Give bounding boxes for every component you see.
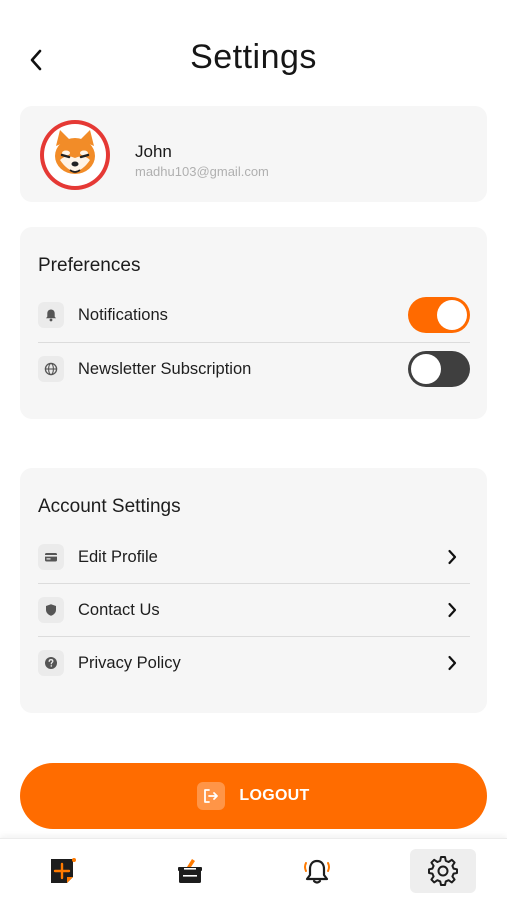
user-name: John: [135, 142, 172, 161]
nav-settings[interactable]: [410, 849, 476, 893]
add-post-icon: [51, 858, 76, 883]
user-email: madhu103@gmail.com: [135, 164, 269, 179]
contact-us-row[interactable]: Contact Us: [38, 584, 470, 636]
chevron-right-icon: [442, 600, 462, 620]
preferences-card: Preferences Notifications Newsletter Sub…: [20, 227, 487, 419]
avatar-image: [44, 124, 106, 186]
newsletter-label: Newsletter Subscription: [78, 359, 252, 378]
profile-card[interactable]: John madhu103@gmail.com: [20, 106, 487, 202]
globe-icon: [38, 356, 64, 382]
bell-ringing-icon: [304, 859, 330, 884]
nav-alerts[interactable]: [284, 849, 350, 893]
chevron-right-icon: [442, 547, 462, 567]
newsletter-row: Newsletter Subscription: [38, 343, 470, 395]
gear-icon: [428, 856, 458, 886]
nav-add-post[interactable]: [30, 849, 96, 893]
logout-label: LOGOUT: [239, 787, 310, 804]
page-title: Settings: [190, 38, 317, 76]
toggle-knob: [437, 300, 467, 330]
card-icon: [38, 544, 64, 570]
bell-icon: [38, 302, 64, 328]
preferences-title: Preferences: [38, 255, 141, 276]
logout-button[interactable]: LOGOUT: [20, 763, 487, 829]
chevron-right-icon: [442, 653, 462, 673]
privacy-policy-row[interactable]: Privacy Policy: [38, 637, 470, 689]
notifications-row: Notifications: [38, 289, 470, 341]
privacy-policy-label: Privacy Policy: [78, 653, 181, 672]
nav-vote[interactable]: [157, 849, 223, 893]
edit-profile-label: Edit Profile: [78, 547, 158, 566]
account-settings-title: Account Settings: [38, 496, 181, 517]
shiba-avatar-icon: [40, 120, 110, 190]
notifications-label: Notifications: [78, 305, 168, 324]
logout-icon: [197, 782, 226, 810]
notifications-toggle[interactable]: [408, 297, 470, 333]
edit-profile-row[interactable]: Edit Profile: [38, 531, 470, 583]
account-settings-card: Account Settings Edit Profile Contact Us: [20, 468, 487, 713]
header: Settings: [0, 0, 507, 100]
shield-icon: [38, 597, 64, 623]
bottom-nav: [0, 838, 507, 900]
toggle-knob: [411, 354, 441, 384]
newsletter-toggle[interactable]: [408, 351, 470, 387]
ballot-box-icon: [178, 859, 202, 883]
contact-us-label: Contact Us: [78, 600, 160, 619]
help-icon: [38, 650, 64, 676]
